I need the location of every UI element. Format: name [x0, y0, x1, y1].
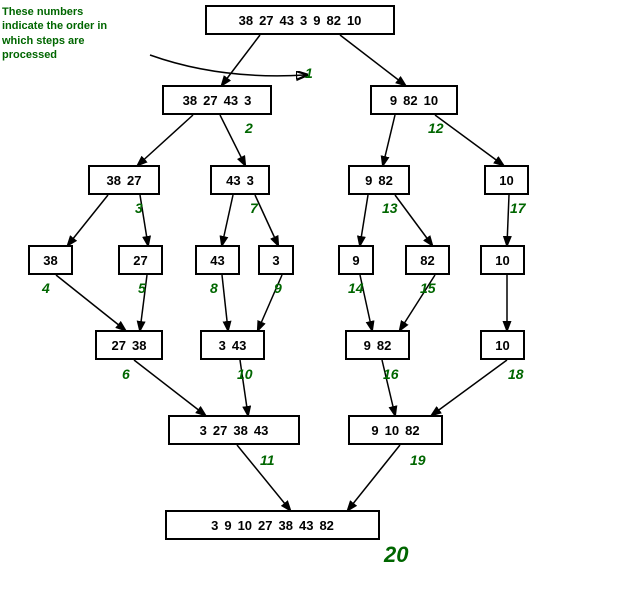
step-17: 17	[510, 200, 526, 216]
node-l2-2: 433	[210, 165, 270, 195]
step-5: 5	[138, 280, 146, 296]
node-l4-2: 343	[200, 330, 265, 360]
step-8: 8	[210, 280, 218, 296]
annotation-text: These numbers indicate the order in whic…	[2, 5, 112, 62]
step-7: 7	[250, 200, 258, 216]
node-l5-2: 91082	[348, 415, 443, 445]
node-l2-4: 10	[484, 165, 529, 195]
node-l3-3: 43	[195, 245, 240, 275]
step-1: 1	[305, 65, 313, 81]
step-2: 2	[245, 120, 253, 136]
node-l3-7: 10	[480, 245, 525, 275]
step-15: 15	[420, 280, 436, 296]
node-l2-1: 3827	[88, 165, 160, 195]
step-4: 4	[42, 280, 50, 296]
node-l2-3: 982	[348, 165, 410, 195]
node-l3-5: 9	[338, 245, 374, 275]
node-l5-1: 3273843	[168, 415, 300, 445]
node-l1-left: 3827433	[162, 85, 272, 115]
step-3: 3	[135, 200, 143, 216]
node-l3-2: 27	[118, 245, 163, 275]
node-l4-4: 10	[480, 330, 525, 360]
step-20: 20	[384, 542, 408, 568]
step-14: 14	[348, 280, 364, 296]
step-16: 16	[383, 366, 399, 382]
node-l3-1: 38	[28, 245, 73, 275]
step-12: 12	[428, 120, 444, 136]
arrows-svg	[0, 0, 618, 595]
node-final: 391027384382	[165, 510, 380, 540]
node-l4-3: 982	[345, 330, 410, 360]
step-19: 19	[410, 452, 426, 468]
step-11: 11	[260, 452, 275, 468]
node-l1-right: 98210	[370, 85, 458, 115]
node-l3-6: 82	[405, 245, 450, 275]
node-root: 382743398210	[205, 5, 395, 35]
node-l4-1: 2738	[95, 330, 163, 360]
step-10: 10	[237, 366, 253, 382]
node-l3-4: 3	[258, 245, 294, 275]
step-6: 6	[122, 366, 130, 382]
step-9: 9	[274, 280, 282, 296]
step-13: 13	[382, 200, 398, 216]
step-18: 18	[508, 366, 524, 382]
